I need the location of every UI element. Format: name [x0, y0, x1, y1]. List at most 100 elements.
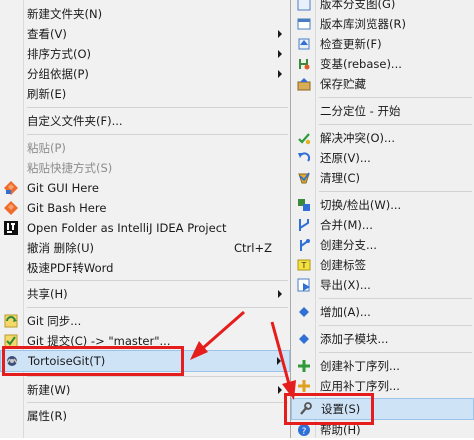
menu-item-git-sync[interactable]: Git 同步... — [0, 311, 290, 331]
tag-icon: T — [297, 259, 311, 271]
submenu-item-bisect-start[interactable]: 二分定位 - 开始 — [291, 101, 474, 121]
submenu-arrow-icon — [278, 386, 282, 394]
menu-item-label: 版本库浏览器(R) — [320, 17, 406, 31]
menu-item-label: 检查更新(F) — [320, 37, 382, 51]
settings-wrench-icon — [300, 402, 312, 415]
menu-item-label: 切换/检出(W)... — [320, 198, 402, 212]
menu-item-git-commit[interactable]: Git 提交(C) -> "master"... — [0, 331, 290, 351]
menu-separator — [319, 352, 472, 353]
branch-icon — [300, 239, 310, 251]
menu-item-label: 自定义文件夹(F)... — [27, 114, 123, 128]
submenu-item-settings[interactable]: 设置(S) — [291, 398, 474, 420]
menu-item-git-gui[interactable]: Git GUI Here — [0, 178, 290, 198]
menu-item-label: 查看(V) — [27, 27, 67, 41]
shortcut-text: Ctrl+Z — [234, 241, 272, 255]
menu-item-label: 属性(R) — [27, 409, 67, 423]
submenu-item-create-patch[interactable]: 创建补丁序列... — [291, 356, 474, 376]
svg-text:T: T — [301, 261, 307, 270]
submenu-item-apply-patch[interactable]: 应用补丁序列... — [291, 376, 474, 396]
git-sync-icon — [4, 314, 18, 328]
submenu-item-revert[interactable]: 还原(V)... — [291, 148, 474, 168]
menu-item-properties[interactable]: 属性(R) — [0, 406, 290, 426]
help-icon: ? — [298, 424, 310, 437]
menu-item-label: 清理(C) — [320, 171, 361, 185]
submenu-item-merge[interactable]: 合并(M)... — [291, 215, 474, 235]
menu-item-git-bash[interactable]: Git Bash Here — [0, 198, 290, 218]
git-diamond-icon — [4, 201, 18, 215]
menu-item-open-intellij[interactable]: Open Folder as IntelliJ IDEA Project — [0, 218, 290, 238]
menu-item-paste-shortcut[interactable]: 粘贴快捷方式(S) — [0, 158, 290, 178]
menu-separator — [319, 298, 472, 299]
rebase-icon — [299, 59, 310, 70]
menu-item-label: 添加子模块... — [320, 332, 389, 346]
tortoisegit-submenu: 版本分支图(G) 版本库浏览器(R) 检查更新(F) 变基(rebase)...… — [291, 0, 474, 438]
create-patch-icon — [298, 360, 310, 372]
menu-item-group-by[interactable]: 分组依据(P) — [0, 64, 290, 84]
submenu-arrow-icon — [278, 50, 282, 58]
submenu-arrow-icon — [278, 290, 282, 298]
submenu-item-help[interactable]: ? 帮助(H) — [291, 420, 474, 440]
menu-item-new-folder[interactable]: 新建文件夹(N) — [0, 4, 290, 24]
submenu-item-cleanup[interactable]: 清理(C) — [291, 168, 474, 188]
menu-item-label: Git GUI Here — [27, 181, 99, 195]
menu-item-label: Open Folder as IntelliJ IDEA Project — [27, 221, 227, 235]
menu-item-tortoisegit[interactable]: TortoiseGit(T) — [0, 350, 290, 372]
menu-separator — [319, 191, 472, 192]
check-updates-icon — [298, 38, 310, 50]
submenu-item-create-tag[interactable]: T 创建标签 — [291, 255, 474, 275]
submenu-item-add-submodule[interactable]: 添加子模块... — [291, 329, 474, 349]
menu-separator — [27, 402, 288, 403]
merge-icon — [299, 219, 309, 231]
menu-item-view[interactable]: 查看(V) — [0, 24, 290, 44]
menu-item-label: 帮助(H) — [320, 423, 361, 437]
export-icon — [297, 278, 310, 292]
menu-separator — [27, 307, 288, 308]
menu-item-label: 撤消 删除(U) — [27, 241, 95, 255]
menu-item-paste[interactable]: 粘贴(P) — [0, 138, 290, 158]
git-commit-icon — [4, 334, 18, 348]
switch-checkout-icon — [298, 199, 310, 211]
add-icon — [299, 307, 309, 317]
submenu-item-switch-checkout[interactable]: 切换/检出(W)... — [291, 195, 474, 215]
menu-item-refresh[interactable]: 刷新(E) — [0, 84, 290, 104]
menu-item-label: 设置(S) — [321, 402, 361, 416]
menu-item-label: 导出(X)... — [320, 278, 371, 292]
menu-item-sort-by[interactable]: 排序方式(O) — [0, 44, 290, 64]
submenu-item-rebase[interactable]: 变基(rebase)... — [291, 54, 474, 74]
revert-icon — [298, 152, 311, 162]
menu-item-pdf-to-word[interactable]: 极速PDF转Word — [0, 258, 290, 278]
menu-item-label: Git 提交(C) -> "master"... — [27, 334, 171, 348]
submenu-item-stash-save[interactable]: 保存贮藏 — [291, 74, 474, 94]
menu-item-label: 创建标签 — [320, 258, 366, 272]
menu-item-label: 粘贴(P) — [27, 141, 66, 155]
menu-item-label: 合并(M)... — [320, 218, 373, 232]
submenu-item-create-branch[interactable]: 创建分支... — [291, 235, 474, 255]
menu-item-label: 创建补丁序列... — [320, 359, 400, 373]
submenu-item-repo-browser[interactable]: 版本库浏览器(R) — [291, 14, 474, 34]
submenu-item-resolve[interactable]: 解决冲突(O)... — [291, 128, 474, 148]
menu-separator — [319, 325, 472, 326]
menu-separator — [27, 280, 288, 281]
menu-item-label: Git 同步... — [27, 314, 82, 328]
menu-item-label: 粘贴快捷方式(S) — [27, 161, 113, 175]
menu-separator — [27, 134, 288, 135]
svg-text:?: ? — [302, 427, 307, 437]
menu-item-label: 新建(W) — [27, 383, 71, 397]
apply-patch-icon — [298, 380, 310, 392]
menu-item-share[interactable]: 共享(H) — [0, 284, 290, 304]
submenu-item-add[interactable]: 增加(A)... — [291, 302, 474, 322]
menu-item-label: 极速PDF转Word — [27, 261, 114, 275]
menu-separator — [319, 97, 472, 98]
tortoisegit-icon — [6, 356, 18, 366]
menu-item-label: 分组依据(P) — [27, 67, 89, 81]
submenu-item-export[interactable]: 导出(X)... — [291, 275, 474, 295]
menu-item-undo-delete[interactable]: 撤消 删除(U) Ctrl+Z — [0, 238, 290, 258]
menu-item-new[interactable]: 新建(W) — [0, 380, 290, 400]
menu-item-customize-folder[interactable]: 自定义文件夹(F)... — [0, 111, 290, 131]
menu-separator — [319, 124, 472, 125]
menu-item-label: 创建分支... — [320, 238, 377, 252]
submenu-item-check-updates[interactable]: 检查更新(F) — [291, 34, 474, 54]
submenu-item-branch-graph[interactable]: 版本分支图(G) — [291, 0, 474, 14]
menu-item-label: 二分定位 - 开始 — [320, 104, 401, 118]
menu-item-label: 排序方式(O) — [27, 47, 92, 61]
